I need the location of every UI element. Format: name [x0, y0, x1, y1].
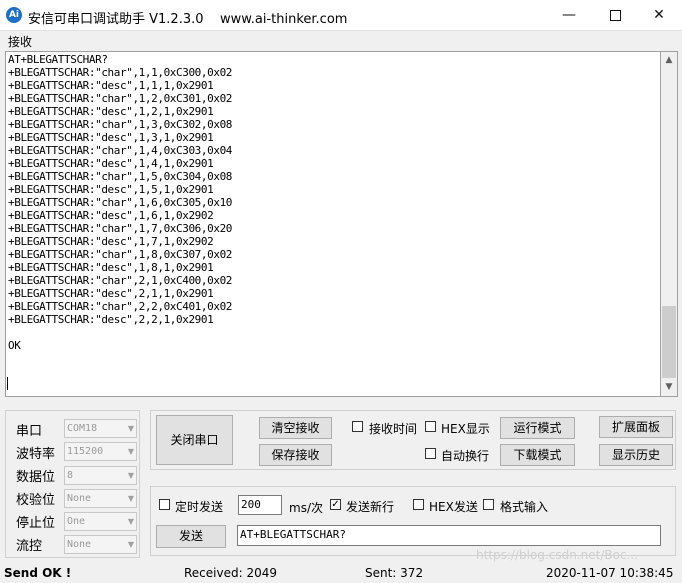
chevron-down-icon: ▼: [127, 494, 134, 503]
baud-value: 115200: [67, 446, 104, 457]
receive-scrollbar[interactable]: ▲ ▼: [661, 51, 678, 397]
stopbits-value: One: [67, 516, 86, 527]
maximize-icon: [609, 9, 621, 21]
run-mode-button[interactable]: 运行模式: [500, 417, 575, 439]
status-bar: Send OK ! Received: 2049 Sent: 372 2020-…: [0, 562, 682, 583]
hex-send-checkbox[interactable]: [413, 499, 424, 510]
receive-line: +BLEGATTSCHAR:"desc",1,3,1,0x2901: [8, 131, 214, 144]
receive-line: +BLEGATTSCHAR:"char",1,4,0xC303,0x04: [8, 144, 233, 157]
show-history-button[interactable]: 显示历史: [599, 444, 673, 466]
scroll-thumb[interactable]: [662, 306, 676, 378]
hex-send-label: HEX发送: [429, 500, 478, 514]
receive-line: +BLEGATTSCHAR:"desc",1,5,1,0x2901: [8, 183, 214, 196]
received-count: Received: 2049: [184, 566, 277, 580]
databits-label: 数据位: [16, 470, 56, 485]
send-status: Send OK !: [4, 566, 72, 580]
receive-line: +BLEGATTSCHAR:"char",1,3,0xC302,0x08: [8, 118, 233, 131]
minimize-button[interactable]: —: [546, 0, 592, 31]
receive-line: +BLEGATTSCHAR:"char",1,5,0xC304,0x08: [8, 170, 233, 183]
send-newline-label: 发送新行: [346, 500, 395, 514]
send-text-input[interactable]: AT+BLEGATTSCHAR?: [237, 525, 661, 546]
receive-label: 接收: [8, 35, 33, 49]
receive-line: +BLEGATTSCHAR:"desc",1,6,1,0x2902: [8, 209, 214, 222]
expand-panel-button[interactable]: 扩展面板: [599, 416, 673, 438]
auto-wrap-checkbox[interactable]: [425, 448, 436, 459]
send-newline-checkbox[interactable]: ✓: [330, 499, 341, 510]
serial-settings-panel: 串口 COM18 ▼ 波特率 115200 ▼ 数据位 8 ▼ 校验位 None ▼ 停…: [5, 410, 140, 558]
download-mode-button[interactable]: 下载模式: [500, 444, 575, 466]
send-button[interactable]: 发送: [156, 525, 226, 548]
flow-value: None: [67, 539, 92, 550]
receive-line: AT+BLEGATTSCHAR?: [8, 53, 108, 66]
port-select[interactable]: COM18 ▼: [64, 419, 137, 438]
stopbits-label: 停止位: [16, 516, 56, 531]
flow-select[interactable]: None ▼: [64, 535, 137, 554]
format-input-label: 格式输入: [500, 500, 549, 514]
baud-select[interactable]: 115200 ▼: [64, 442, 137, 461]
parity-select[interactable]: None ▼: [64, 489, 137, 508]
receive-line: [8, 326, 658, 339]
clear-receive-button[interactable]: 清空接收: [259, 417, 332, 439]
receive-line: +BLEGATTSCHAR:"char",2,1,0xC400,0x02: [8, 274, 233, 287]
receive-line: +BLEGATTSCHAR:"char",1,7,0xC306,0x20: [8, 222, 233, 235]
receive-line: +BLEGATTSCHAR:"char",1,6,0xC305,0x10: [8, 196, 233, 209]
app-logo-icon: Ai: [6, 7, 22, 23]
receive-line: +BLEGATTSCHAR:"desc",1,4,1,0x2901: [8, 157, 214, 170]
receive-line: +BLEGATTSCHAR:"char",2,2,0xC401,0x02: [8, 300, 233, 313]
maximize-button[interactable]: [592, 0, 638, 31]
hex-display-label: HEX显示: [441, 422, 490, 436]
watermark: https://blog.csdn.net/Boc...: [476, 548, 638, 562]
chevron-down-icon: ▼: [127, 540, 134, 549]
databits-value: 8: [67, 470, 74, 481]
receive-time-label: 接收时间: [369, 422, 418, 436]
receive-line: +BLEGATTSCHAR:"desc",1,1,1,0x2901: [8, 79, 214, 92]
receive-time-checkbox[interactable]: [352, 421, 363, 432]
chevron-down-icon: ▼: [127, 517, 134, 526]
receive-line: +BLEGATTSCHAR:"desc",1,8,1,0x2901: [8, 261, 214, 274]
datetime: 2020-11-07 10:38:45: [546, 566, 674, 580]
port-value: COM18: [67, 423, 98, 434]
title-bar: Ai 安信可串口调试助手 V1.2.3.0 www.ai-thinker.com…: [0, 0, 682, 31]
save-receive-button[interactable]: 保存接收: [259, 444, 332, 466]
format-input-checkbox[interactable]: [483, 499, 494, 510]
scroll-up-icon[interactable]: ▲: [661, 52, 677, 69]
receive-line: +BLEGATTSCHAR:"desc",1,2,1,0x2901: [8, 105, 214, 118]
auto-wrap-label: 自动换行: [441, 449, 490, 463]
sent-count: Sent: 372: [365, 566, 424, 580]
close-button[interactable]: ✕: [636, 0, 682, 31]
scroll-down-icon[interactable]: ▼: [661, 379, 677, 396]
chevron-down-icon: ▼: [127, 424, 134, 433]
receive-line: +BLEGATTSCHAR:"desc",1,7,1,0x2902: [8, 235, 214, 248]
receive-line: +BLEGATTSCHAR:"char",1,2,0xC301,0x02: [8, 92, 233, 105]
chevron-down-icon: ▼: [127, 471, 134, 480]
port-label: 串口: [16, 424, 43, 439]
receive-textarea[interactable]: AT+BLEGATTSCHAR? +BLEGATTSCHAR:"char",1,1…: [5, 51, 661, 397]
text-caret: [7, 377, 8, 390]
timed-send-label: 定时发送: [175, 500, 224, 514]
timed-send-checkbox[interactable]: [159, 499, 170, 510]
parity-value: None: [67, 493, 92, 504]
receive-line: OK: [8, 339, 21, 352]
hex-display-checkbox[interactable]: [425, 421, 436, 432]
baud-label: 波特率: [16, 447, 56, 462]
receive-line: +BLEGATTSCHAR:"desc",2,1,1,0x2901: [8, 287, 214, 300]
interval-unit: ms/次: [289, 501, 323, 515]
parity-label: 校验位: [16, 493, 56, 508]
close-port-button[interactable]: 关闭串口: [156, 415, 233, 465]
flow-label: 流控: [16, 539, 43, 554]
receive-line: +BLEGATTSCHAR:"char",1,1,0xC300,0x02: [8, 66, 233, 79]
stopbits-select[interactable]: One ▼: [64, 512, 137, 531]
window-title: 安信可串口调试助手 V1.2.3.0 www.ai-thinker.com: [28, 12, 348, 27]
interval-input[interactable]: 200: [238, 495, 282, 515]
receive-line: +BLEGATTSCHAR:"char",1,8,0xC307,0x02: [8, 248, 233, 261]
chevron-down-icon: ▼: [127, 447, 134, 456]
databits-select[interactable]: 8 ▼: [64, 466, 137, 485]
receive-line: +BLEGATTSCHAR:"desc",2,2,1,0x2901: [8, 313, 214, 326]
